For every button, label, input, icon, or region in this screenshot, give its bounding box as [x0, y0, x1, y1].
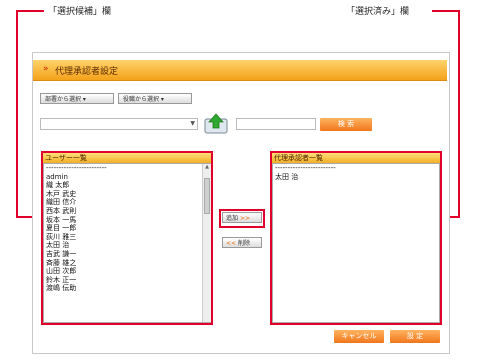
list-item[interactable]: 織 太郎 [44, 181, 210, 190]
remove-arrow-icon: << [226, 240, 237, 247]
list-item[interactable]: ------------------------ [273, 164, 439, 173]
remove-button[interactable]: << 削除 [222, 237, 262, 248]
position-filter-button[interactable]: 役職から選択 ▾ [118, 93, 192, 104]
callout-line-right-v [458, 10, 460, 218]
panel-title: 代理承認者設定 [55, 67, 119, 77]
user-list-header: ユーザー一覧 [43, 153, 211, 163]
scroll-up-icon[interactable]: ▲ [203, 164, 211, 172]
panel-titlebar: » 代理承認者設定 [33, 60, 447, 81]
search-input[interactable] [236, 118, 316, 130]
department-filter-label: 部署から選択 [45, 96, 82, 103]
callout-candidates: 「選択候補」欄 [48, 7, 112, 17]
add-button-label: 追加 [226, 215, 239, 222]
list-item[interactable]: 織田 信介 [44, 198, 210, 207]
list-item[interactable]: 西本 武則 [44, 207, 210, 216]
remove-button-label: 削除 [237, 240, 250, 247]
department-filter-button[interactable]: 部署から選択 ▾ [40, 93, 114, 104]
add-button[interactable]: 追加 >> [222, 212, 262, 223]
list-item[interactable]: 山田 次郎 [44, 267, 210, 276]
list-item[interactable]: 太田 治 [273, 173, 439, 182]
callout-line-left-h [16, 10, 44, 12]
cancel-button[interactable]: キャンセル [334, 330, 384, 343]
approver-list-header: 代理承認者一覧 [272, 153, 440, 163]
user-list-scrollbar[interactable]: ▲ [202, 164, 211, 322]
list-item[interactable]: 吉武 謙一 [44, 250, 210, 259]
callout-line-right-h [432, 10, 460, 12]
position-filter-label: 役職から選択 [123, 96, 160, 103]
approver-list[interactable]: ------------------------ 太田 治 [272, 163, 440, 323]
ok-button[interactable]: 設 定 [390, 330, 440, 343]
user-select[interactable]: ▼ [40, 118, 198, 130]
search-button[interactable]: 検 索 [320, 118, 372, 131]
list-item[interactable]: 斉藤 雄之 [44, 259, 210, 268]
chevron-right-icon: » [43, 64, 49, 74]
scrollbar-thumb[interactable] [204, 178, 210, 214]
list-item[interactable]: 渡嶋 伝助 [44, 284, 210, 293]
list-item[interactable]: admin [44, 173, 210, 182]
list-item[interactable]: 夏目 一郎 [44, 224, 210, 233]
list-item[interactable]: 太田 治 [44, 241, 210, 250]
callout-line-left-v [16, 10, 18, 218]
folder-up-icon[interactable] [203, 112, 229, 134]
chevron-down-icon: ▼ [190, 120, 195, 127]
add-arrow-icon: >> [239, 215, 250, 222]
list-item[interactable]: ------------------------ [44, 164, 210, 173]
callout-selected: 「選択済み」欄 [346, 7, 410, 17]
list-item[interactable]: 坂本 一馬 [44, 216, 210, 225]
user-list[interactable]: ------------------------ admin 織 太郎 木戸 武… [43, 163, 211, 323]
